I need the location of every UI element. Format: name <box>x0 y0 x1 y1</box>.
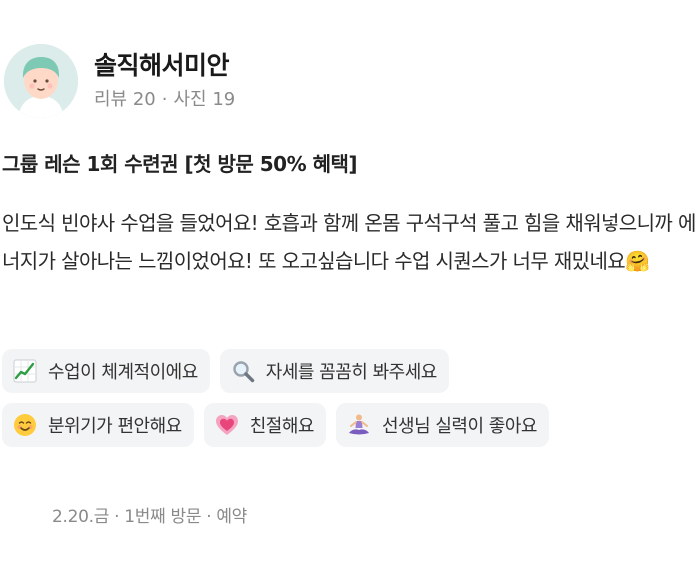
magnifier-icon <box>230 358 256 384</box>
author-profile[interactable]: 솔직해서미안 리뷰 20 · 사진 19 <box>4 44 235 118</box>
keyword-tag: 분위기가 편안해요 <box>2 403 194 447</box>
tag-row: 분위기가 편안해요 친절해요 선생님 실력이 좋아요 <box>2 403 698 447</box>
keyword-tag-label: 분위기가 편안해요 <box>48 416 182 437</box>
meta-separator: · <box>161 89 168 110</box>
review-card: 솔직해서미안 리뷰 20 · 사진 19 그룹 레슨 1회 수련권 [첫 방문 50… <box>0 0 700 580</box>
growing-heart-icon <box>214 412 240 438</box>
author-nickname[interactable]: 솔직해서미안 <box>94 50 235 82</box>
visit-info: 2.20.금 · 1번째 방문 · 예약 <box>52 502 247 527</box>
photo-count: 사진 19 <box>173 89 236 110</box>
author-stats: 리뷰 20 · 사진 19 <box>94 88 235 112</box>
keyword-tags: 수업이 체계적이에요 자세를 꼼꼼히 봐주세요 분위기가 편안해요 친절해요 선… <box>2 349 698 457</box>
keyword-tag-label: 수업이 체계적이에요 <box>48 362 198 383</box>
avatar[interactable] <box>4 44 78 118</box>
review-count: 리뷰 20 <box>94 89 156 110</box>
footer-separator: · <box>114 507 120 527</box>
keyword-tag: 선생님 실력이 좋아요 <box>335 403 549 447</box>
meditation-icon <box>346 412 372 438</box>
product-name: 그룹 레슨 1회 수련권 [첫 방문 50% 혜택] <box>2 152 358 176</box>
visit-count: 1번째 방문 <box>124 507 202 527</box>
visit-type: 예약 <box>216 507 247 527</box>
keyword-tag-label: 자세를 꼼꼼히 봐주세요 <box>265 362 438 383</box>
keyword-tag: 친절해요 <box>203 403 326 447</box>
keyword-tag: 자세를 꼼꼼히 봐주세요 <box>219 349 449 393</box>
keyword-tag: 수업이 체계적이에요 <box>2 349 210 393</box>
tag-row: 수업이 체계적이에요 자세를 꼼꼼히 봐주세요 <box>2 349 698 393</box>
review-body: 인도식 빈야사 수업을 들었어요! 호흡과 함께 온몸 구석구석 풀고 힘을 채… <box>2 211 696 273</box>
chart-up-icon <box>12 358 38 384</box>
smiling-face-icon <box>12 412 38 438</box>
keyword-tag-label: 친절해요 <box>249 416 315 437</box>
keyword-tag-label: 선생님 실력이 좋아요 <box>381 416 537 437</box>
footer-separator: · <box>206 507 212 527</box>
visit-date: 2.20.금 <box>52 507 110 527</box>
avatar-illustration <box>4 44 78 118</box>
